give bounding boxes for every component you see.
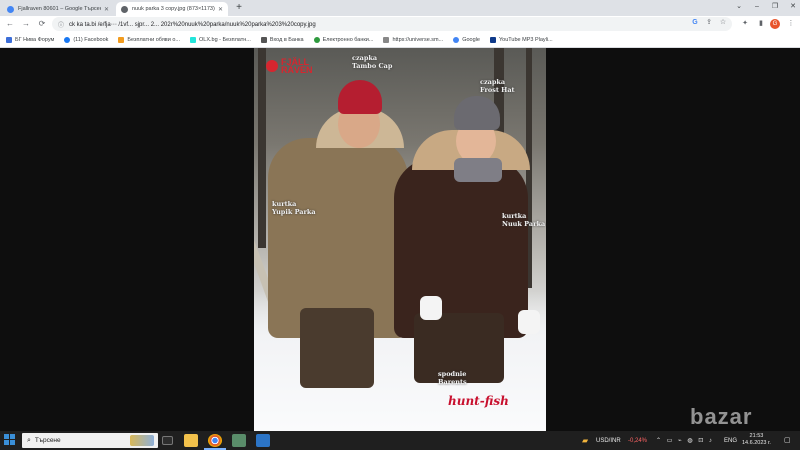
- bookmark-label: Безплатни обяви о...: [127, 36, 180, 43]
- google-lens-icon[interactable]: G: [690, 18, 700, 28]
- bazar-watermark-text: bazar: [690, 404, 753, 429]
- bookmark-item[interactable]: Електронно банки...: [313, 36, 374, 43]
- search-highlight-image: [130, 435, 154, 446]
- reload-button[interactable]: ⟳: [36, 18, 48, 30]
- label-nuuk-parka: kurtka Nuuk Parka: [502, 212, 546, 228]
- minimize-button[interactable]: –: [748, 0, 766, 14]
- bookmark-item[interactable]: OLX.bg - Безплатн...: [189, 36, 251, 43]
- profile-avatar[interactable]: G: [770, 19, 780, 29]
- bookmark-item[interactable]: https://universe.sm...: [383, 36, 444, 43]
- white-glove: [420, 296, 442, 320]
- fjallraven-logo: FJÄLL RÄVEN: [266, 57, 315, 75]
- bank-icon: [313, 36, 320, 43]
- tab-google-search[interactable]: Fjallraven 80601 – Google Търсене ✕: [2, 2, 114, 16]
- tab-image[interactable]: nuuk parka 3 copy.jpg (873×1173) ✕: [116, 2, 228, 16]
- url-text[interactable]: ck ka ta.bi /e/fja⋯ /1vf... sjpr... 2...…: [69, 21, 732, 28]
- bookmark-label: https://universe.sm...: [392, 36, 444, 43]
- bookmark-item[interactable]: Вход в Банка: [260, 36, 304, 43]
- tab-title: Fjallraven 80601 – Google Търсене: [18, 6, 101, 12]
- tab-title: nuuk parka 3 copy.jpg (873×1173): [132, 6, 215, 12]
- bookmark-item[interactable]: БГ Нива Форум: [6, 36, 55, 43]
- address-bar[interactable]: ⓘ ck ka ta.bi /e/fja⋯ /1vf... sjpr... 2.…: [52, 17, 732, 31]
- bookmark-favicon-icon: [6, 36, 12, 43]
- bazar-watermark: bazar: [690, 400, 790, 430]
- google-icon: [453, 36, 460, 43]
- bookmark-item[interactable]: (11) Facebook: [64, 36, 109, 43]
- notification-icon[interactable]: ▢: [784, 436, 791, 444]
- clock-time: 21:53: [749, 433, 764, 439]
- currency-widget-icon[interactable]: ▰: [582, 433, 592, 448]
- hunt-fish-watermark: hunt-fish: [448, 394, 509, 408]
- windows-taskbar: ⌕ Търсене ▰ USD/INR -0,24% ⌃ ▭ ⌁ ◍ ⊡ ♪ E…: [0, 431, 800, 450]
- bookmark-item[interactable]: Google: [453, 36, 480, 43]
- woman-scarf: [454, 158, 502, 182]
- menu-icon[interactable]: ⋮: [786, 19, 796, 29]
- taskbar-search[interactable]: ⌕ Търсене: [22, 433, 158, 448]
- woman-beanie: [454, 96, 500, 130]
- man-beanie: [338, 80, 382, 114]
- search-icon: ⌕: [27, 436, 31, 444]
- label-frost-hat: czapka Frost Hat: [480, 78, 515, 94]
- label-yupik-parka: kurtka Yupik Parka: [272, 200, 316, 216]
- olx-icon: [189, 36, 196, 43]
- bank-icon: [260, 36, 267, 43]
- tree-trunk: [258, 48, 266, 248]
- universe-icon: [383, 36, 390, 43]
- currency-pair[interactable]: USD/INR: [596, 433, 621, 448]
- image-viewer: FJÄLL RÄVEN czapka Tambo Cap czapka Fros…: [0, 48, 800, 431]
- site-info-icon[interactable]: ⓘ: [58, 20, 64, 29]
- label-tambo-cap: czapka Tambo Cap: [352, 54, 393, 70]
- product-photo[interactable]: FJÄLL RÄVEN czapka Tambo Cap czapka Fros…: [254, 48, 546, 431]
- logo-text: FJÄLL RÄVEN: [281, 57, 313, 75]
- woman-parka: [394, 158, 528, 338]
- language-indicator[interactable]: ENG: [724, 433, 737, 448]
- bookmark-item[interactable]: YouTube MP3 Playli...: [489, 36, 553, 43]
- facebook-icon: [64, 36, 71, 43]
- bookmark-star-icon[interactable]: ☆: [718, 18, 728, 28]
- tab-search-button[interactable]: ⌄: [730, 0, 748, 14]
- man-trousers: [300, 308, 374, 388]
- pinned-app-icon[interactable]: [256, 434, 270, 447]
- fox-logo-icon: [266, 60, 278, 72]
- task-view-icon[interactable]: [162, 436, 173, 445]
- globe-favicon-icon: [121, 5, 128, 13]
- bookmark-label: (11) Facebook: [73, 36, 109, 43]
- bookmark-label: Вход в Банка: [269, 36, 304, 43]
- chrome-icon[interactable]: [208, 434, 222, 447]
- bookmark-label: БГ Нива Форум: [15, 36, 55, 43]
- close-window-button[interactable]: ✕: [784, 0, 800, 14]
- youtube-mp3-icon: [489, 36, 496, 43]
- side-panel-icon[interactable]: ▮: [756, 19, 766, 29]
- file-explorer-icon[interactable]: [184, 434, 198, 447]
- back-button[interactable]: ←: [4, 18, 16, 30]
- browser-toolbar: ← → ⟳ ⓘ ck ka ta.bi /e/fja⋯ /1vf... sjpr…: [0, 16, 800, 32]
- google-favicon-icon: [7, 5, 14, 13]
- bookmark-label: YouTube MP3 Playli...: [498, 36, 553, 43]
- bookmark-label: Google: [462, 36, 480, 43]
- extensions-icon[interactable]: ✦: [740, 19, 750, 29]
- close-tab-icon[interactable]: ✕: [218, 6, 223, 13]
- clock[interactable]: 21:53 14.6.2023 г.: [742, 433, 771, 447]
- close-tab-icon[interactable]: ✕: [104, 6, 109, 13]
- clock-date: 14.6.2023 г.: [742, 440, 771, 446]
- browser-window: Fjallraven 80601 – Google Търсене ✕ nuuk…: [0, 0, 800, 450]
- bookmark-label: OLX.bg - Безплатн...: [198, 36, 251, 43]
- search-placeholder: Търсене: [34, 437, 61, 444]
- bookmark-label: Електронно банки...: [322, 36, 374, 43]
- share-icon[interactable]: ⇪: [704, 18, 714, 28]
- maximize-button[interactable]: ❐: [766, 0, 784, 14]
- forward-button[interactable]: →: [20, 18, 32, 30]
- tab-strip: Fjallraven 80601 – Google Търсене ✕ nuuk…: [0, 0, 800, 16]
- currency-change: -0,24%: [628, 437, 648, 444]
- white-glove: [518, 310, 540, 334]
- pinned-app-icon[interactable]: [232, 434, 246, 447]
- bookmark-favicon-icon: [118, 36, 125, 43]
- windows-start-icon[interactable]: [4, 434, 16, 446]
- new-tab-button[interactable]: +: [233, 2, 245, 14]
- bookmarks-bar: БГ Нива Форум (11) Facebook Безплатни об…: [0, 32, 800, 48]
- bookmark-item[interactable]: Безплатни обяви о...: [118, 36, 180, 43]
- label-barents-trousers: spodnie Barents: [438, 370, 467, 386]
